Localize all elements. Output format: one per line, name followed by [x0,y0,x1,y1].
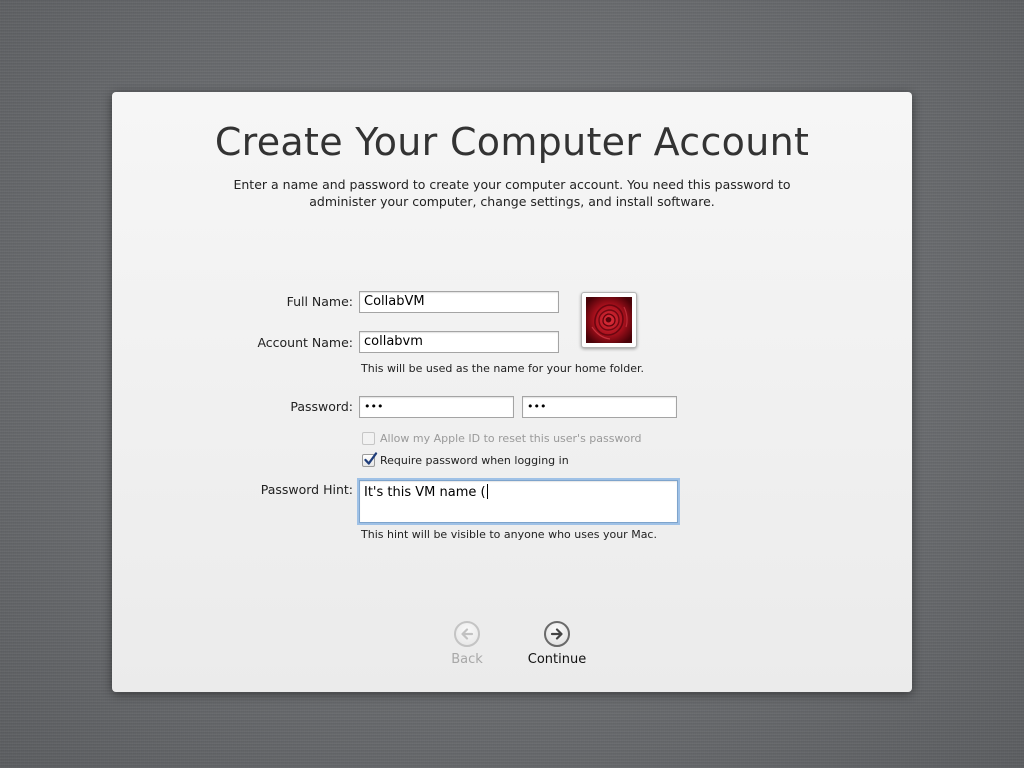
account-name-note: This will be used as the name for your h… [361,362,644,375]
password-field[interactable]: ••• [359,396,514,418]
verify-password-field[interactable]: ••• [522,396,677,418]
description-line-2: administer your computer, change setting… [309,194,715,209]
continue-button[interactable]: Continue [522,621,592,667]
password-hint-label: Password Hint: [260,482,353,497]
password-hint-text: It's this VM name ( [364,485,486,500]
forward-arrow-icon [544,621,570,647]
require-password-option[interactable]: Require password when logging in [362,451,569,468]
back-arrow-icon [454,621,480,647]
back-button-label: Back [451,652,483,667]
password-hint-note: This hint will be visible to anyone who … [361,528,657,541]
full-name-field[interactable]: CollabVM [359,291,559,313]
back-button[interactable]: Back [432,621,502,667]
description-line-1: Enter a name and password to create your… [233,177,791,192]
setup-assistant-panel: Create Your Computer Account Enter a nam… [112,92,912,692]
require-password-label: Require password when logging in [380,453,569,467]
account-name-label: Account Name: [257,335,353,350]
rose-picture-icon [586,297,632,343]
full-name-label: Full Name: [286,294,353,309]
checkmark-icon [364,451,378,465]
apple-id-reset-label: Allow my Apple ID to reset this user's p… [380,431,642,445]
page-title: Create Your Computer Account [214,120,810,164]
apple-id-reset-checkbox[interactable] [362,431,375,445]
password-label: Password: [290,399,353,414]
user-picture-button[interactable] [581,292,637,348]
text-cursor [486,484,488,499]
page-description: Enter a name and password to create your… [212,176,812,210]
apple-id-reset-option[interactable]: Allow my Apple ID to reset this user's p… [362,430,642,446]
account-name-field[interactable]: collabvm [359,331,559,353]
require-password-checkbox[interactable] [362,451,378,467]
continue-button-label: Continue [527,652,587,667]
password-hint-field[interactable]: It's this VM name ( [359,480,678,523]
